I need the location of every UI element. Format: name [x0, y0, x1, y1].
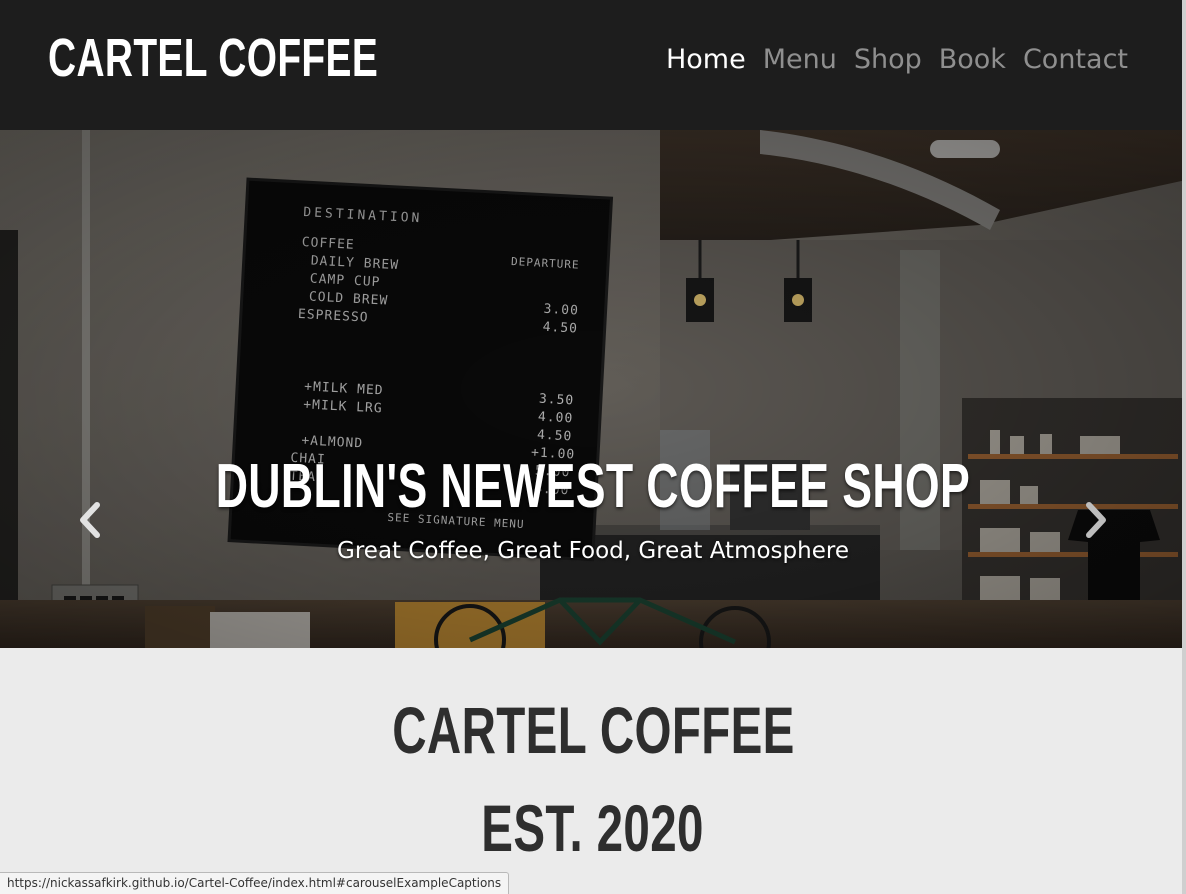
- nav-shop[interactable]: Shop: [854, 40, 922, 80]
- navbar: CARTEL COFFEE Home Menu Shop Book Contac…: [0, 0, 1186, 130]
- intro-established-text: EST. 2020: [481, 791, 705, 865]
- intro-section: CARTEL COFFEE EST. 2020: [0, 648, 1186, 894]
- intro-established: EST. 2020: [0, 790, 1186, 866]
- status-bar-url: https://nickassafkirk.github.io/Cartel-C…: [0, 872, 510, 894]
- intro-heading-text: CARTEL COFFEE: [391, 693, 795, 767]
- intro-heading: CARTEL COFFEE: [0, 692, 1186, 768]
- hero-carousel: DESTINATION DEPARTURE COFFEE DAILY BREW …: [0, 130, 1186, 648]
- carousel-caption-title: DUBLIN'S NEWEST COFFEE SHOP: [0, 452, 1186, 522]
- cafe-interior-image: DESTINATION DEPARTURE COFFEE DAILY BREW …: [0, 130, 1186, 648]
- carousel-caption-subtitle: Great Coffee, Great Food, Great Atmosphe…: [337, 538, 849, 564]
- chevron-left-icon: [80, 502, 100, 538]
- carousel-next-button[interactable]: [1078, 502, 1114, 538]
- brand-logo[interactable]: CARTEL COFFEE: [48, 26, 378, 90]
- nav-book[interactable]: Book: [939, 40, 1006, 80]
- carousel-prev-button[interactable]: [72, 502, 108, 538]
- nav-links: Home Menu Shop Book Contact: [666, 40, 1128, 80]
- nav-contact[interactable]: Contact: [1023, 40, 1128, 80]
- chevron-right-icon: [1086, 502, 1106, 538]
- window-scrollbar-edge: [1182, 0, 1186, 894]
- nav-menu[interactable]: Menu: [763, 40, 837, 80]
- carousel-title-text: DUBLIN'S NEWEST COFFEE SHOP: [215, 452, 971, 521]
- nav-home[interactable]: Home: [666, 40, 746, 80]
